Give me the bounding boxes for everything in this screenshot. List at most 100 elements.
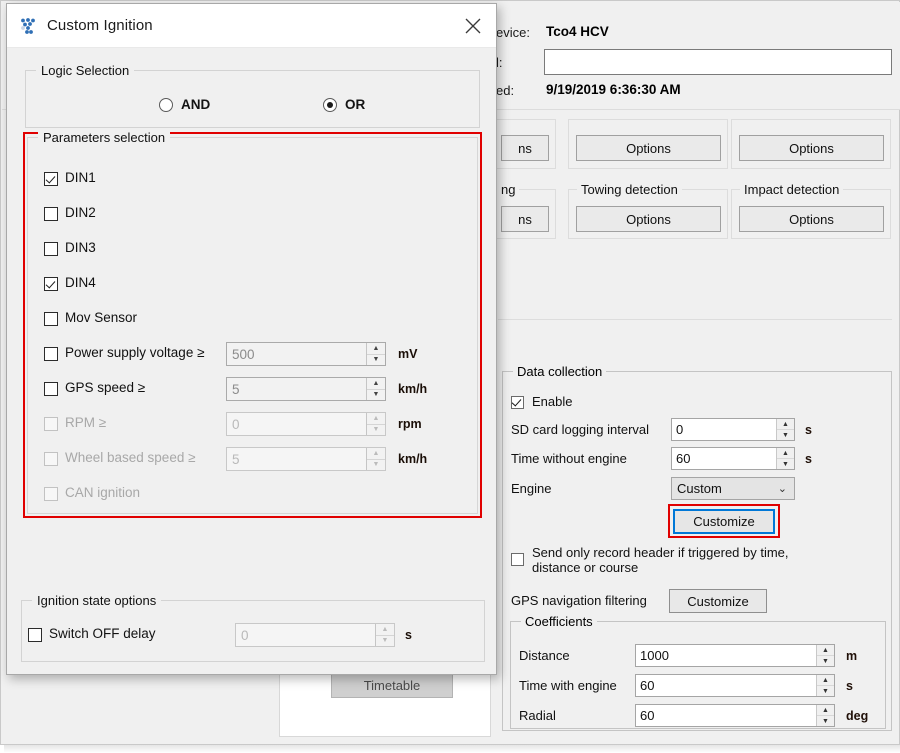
checkbox-rpm [44, 417, 58, 431]
group-row2-2: Towing detection Options [568, 182, 728, 239]
send-only-record-header-label: Send only record header if triggered by … [532, 545, 862, 575]
radio-and[interactable] [159, 98, 173, 112]
engine-select[interactable]: Custom ⌄ [671, 477, 795, 500]
checkbox-can-ignition [44, 487, 58, 501]
gps-speed-unit: km/h [398, 382, 428, 396]
radio-and-label: AND [181, 97, 211, 112]
checkbox-power-supply-voltage[interactable] [44, 347, 58, 361]
group-row2-3: Impact detection Options [731, 182, 891, 239]
label-din2: DIN2 [65, 205, 96, 220]
spin-down-icon[interactable]: ▼ [777, 430, 794, 440]
gps-speed-value: 5 [232, 381, 240, 397]
spin-up-icon[interactable]: ▲ [777, 448, 794, 459]
gps-navigation-filtering-label: GPS navigation filtering [511, 593, 647, 608]
radial-stepper[interactable]: 60 ▲ ▼ [635, 704, 835, 727]
power-supply-voltage-spin-buttons[interactable]: ▲ ▼ [366, 343, 385, 365]
coefficients-title: Coefficients [521, 614, 597, 629]
label-gps-speed: GPS speed ≥ [65, 380, 146, 395]
custom-ignition-dialog: Custom Ignition Logic Selection AND OR P… [6, 3, 497, 675]
spin-up-icon[interactable]: ▲ [367, 378, 385, 390]
group-row2-1-title: ng [497, 182, 520, 197]
send-only-record-header-checkbox[interactable] [511, 553, 524, 566]
label-can-ignition: CAN ignition [65, 485, 141, 500]
send-only-record-header-line2: distance or course [532, 560, 639, 575]
spin-down-icon[interactable]: ▼ [817, 686, 834, 696]
data-collection-enable-checkbox[interactable] [511, 396, 524, 409]
wheel-based-speed-unit: km/h [398, 452, 428, 466]
spin-down-icon[interactable]: ▼ [367, 390, 385, 401]
send-only-record-header-line1: Send only record header if triggered by … [532, 545, 789, 560]
rpm-stepper: 0 ▲ ▼ [226, 412, 386, 436]
gps-speed-stepper[interactable]: 5 ▲ ▼ [226, 377, 386, 401]
spin-up-icon: ▲ [367, 448, 385, 460]
radio-or-label: OR [345, 97, 366, 112]
gps-speed-spin-buttons[interactable]: ▲ ▼ [366, 378, 385, 400]
radial-spin-buttons[interactable]: ▲ ▼ [816, 705, 834, 726]
spin-up-icon[interactable]: ▲ [367, 343, 385, 355]
customize-button[interactable]: Customize [673, 509, 775, 534]
logic-selection-title: Logic Selection [36, 63, 135, 78]
timetable-button[interactable]: Timetable [331, 672, 453, 698]
checkbox-switch-off-delay[interactable] [28, 628, 42, 642]
options-button-row2-2[interactable]: Options [576, 206, 721, 232]
spin-up-icon[interactable]: ▲ [817, 675, 834, 686]
options-button-row1-3[interactable]: Options [739, 135, 884, 161]
checkbox-din1[interactable] [44, 172, 58, 186]
time-without-engine-stepper[interactable]: 60 ▲ ▼ [671, 447, 795, 470]
spin-down-icon[interactable]: ▼ [367, 355, 385, 366]
time-without-engine-spin-buttons[interactable]: ▲ ▼ [776, 448, 794, 469]
device-value: Tco4 HCV [546, 24, 609, 39]
options-button-row1-1[interactable]: ns [501, 135, 549, 161]
distance-value: 1000 [640, 648, 669, 663]
label-wheel-based-speed: Wheel based speed ≥ [65, 450, 196, 465]
checkbox-din2[interactable] [44, 207, 58, 221]
parameters-selection-title: Parameters selection [38, 130, 171, 145]
sd-logging-interval-unit: s [805, 423, 812, 437]
options-button-row2-3[interactable]: Options [739, 206, 884, 232]
checkbox-din4[interactable] [44, 277, 58, 291]
group-row2-1: ng ns [494, 182, 556, 239]
wheel-based-speed-spin-buttons: ▲ ▼ [366, 448, 385, 470]
sd-logging-interval-spin-buttons[interactable]: ▲ ▼ [776, 419, 794, 440]
engine-select-value: Custom [677, 481, 722, 496]
spin-down-icon[interactable]: ▼ [817, 716, 834, 726]
wheel-based-speed-value: 5 [232, 451, 240, 467]
checkbox-din3[interactable] [44, 242, 58, 256]
close-button[interactable] [450, 4, 496, 47]
spin-up-icon: ▲ [376, 624, 394, 636]
engine-label: Engine [511, 481, 552, 496]
radio-or[interactable] [323, 98, 337, 112]
group-row1-3: Options [731, 119, 891, 169]
power-supply-voltage-stepper[interactable]: 500 ▲ ▼ [226, 342, 386, 366]
time-with-engine-stepper[interactable]: 60 ▲ ▼ [635, 674, 835, 697]
id-input[interactable] [544, 49, 892, 75]
time-without-engine-value: 60 [676, 451, 691, 466]
radial-label: Radial [519, 708, 556, 723]
checkbox-mov-sensor[interactable] [44, 312, 58, 326]
spin-up-icon[interactable]: ▲ [777, 419, 794, 430]
sd-logging-interval-stepper[interactable]: 0 ▲ ▼ [671, 418, 795, 441]
spin-down-icon[interactable]: ▼ [817, 656, 834, 666]
spin-down-icon[interactable]: ▼ [777, 459, 794, 469]
gps-navigation-filtering-customize-button[interactable]: Customize [669, 589, 767, 613]
updated-value: 9/19/2019 6:36:30 AM [546, 82, 681, 97]
spin-up-icon[interactable]: ▲ [817, 705, 834, 716]
rpm-unit: rpm [398, 417, 422, 431]
options-button-row2-1[interactable]: ns [501, 206, 549, 232]
switch-off-delay-value: 0 [241, 627, 249, 643]
switch-off-delay-unit: s [405, 628, 412, 642]
time-with-engine-value: 60 [640, 678, 655, 693]
sd-logging-interval-value: 0 [676, 422, 684, 437]
checkbox-gps-speed[interactable] [44, 382, 58, 396]
dialog-titlebar: Custom Ignition [7, 4, 496, 48]
chevron-down-icon: ⌄ [777, 483, 787, 495]
time-with-engine-spin-buttons[interactable]: ▲ ▼ [816, 675, 834, 696]
options-button-row1-2[interactable]: Options [576, 135, 721, 161]
spin-up-icon[interactable]: ▲ [817, 645, 834, 656]
rpm-spin-buttons: ▲ ▼ [366, 413, 385, 435]
distance-spin-buttons[interactable]: ▲ ▼ [816, 645, 834, 666]
screen-root: evice: Tco4 HCV l: ed: 9/19/2019 6:36:30… [0, 0, 900, 753]
distance-stepper[interactable]: 1000 ▲ ▼ [635, 644, 835, 667]
close-icon [465, 18, 481, 33]
spin-down-icon: ▼ [372, 461, 380, 469]
